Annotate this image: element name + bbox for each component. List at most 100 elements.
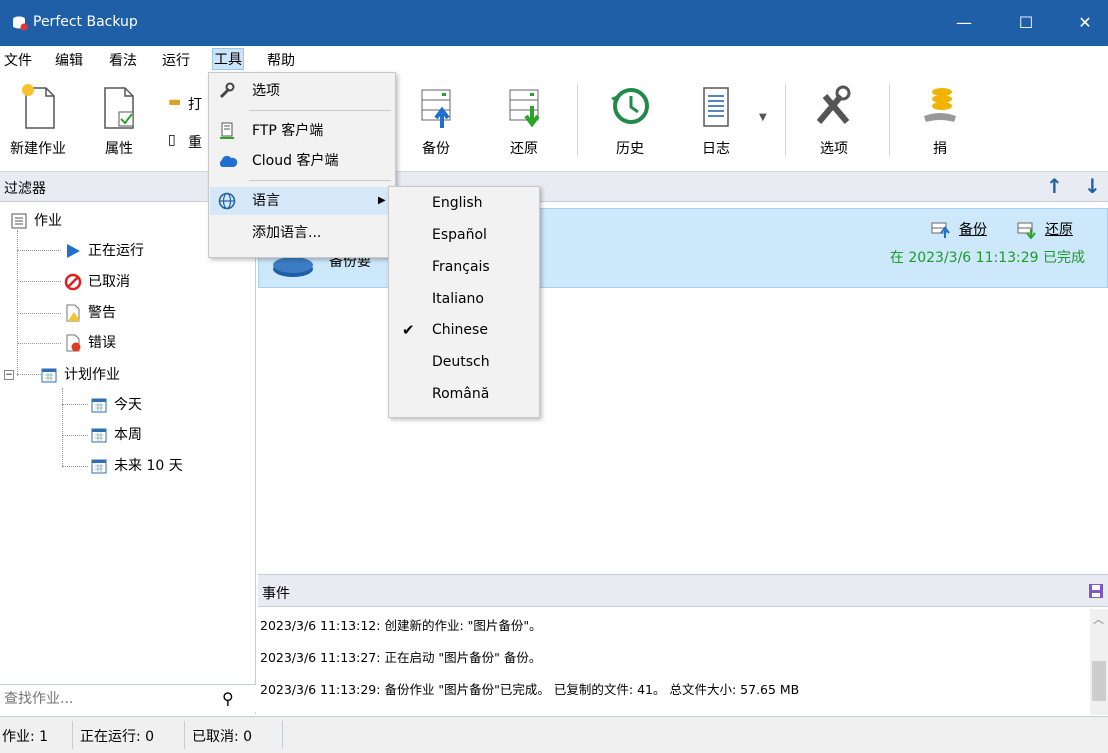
ftp-icon	[220, 122, 234, 139]
menu-help[interactable]: 帮助	[266, 50, 296, 72]
log-label: 日志	[702, 141, 730, 157]
language-label: Italiano	[432, 291, 484, 307]
backup-icon	[421, 89, 451, 128]
collapse-icon[interactable]: −	[4, 370, 14, 380]
menu-edit[interactable]: 编辑	[54, 50, 84, 72]
tree-line	[17, 230, 18, 376]
properties-button[interactable]: 属性	[92, 78, 146, 164]
tree-line	[17, 313, 61, 314]
status-jobs: 作业: 1	[2, 729, 49, 745]
language-item[interactable]: Deutsch	[390, 346, 538, 378]
tree-item-label: 作业	[34, 213, 62, 229]
error-icon	[66, 334, 81, 352]
tree-item-label: 已取消	[88, 274, 130, 290]
language-item[interactable]: Italiano	[390, 283, 538, 315]
menu-bar: 文件 编辑 看法 运行 工具 帮助	[0, 46, 1108, 74]
job-status: 在 2023/3/6 11:13:29 已完成	[889, 250, 1085, 266]
tools-menu-cloud-client[interactable]: Cloud 客户端	[210, 147, 394, 175]
new-job-button[interactable]: 新建作业	[0, 78, 76, 164]
history-button[interactable]: 历史	[600, 78, 660, 164]
tree-item-cancelled[interactable]: 已取消	[64, 269, 130, 295]
search-input[interactable]	[4, 688, 214, 710]
status-separator	[282, 721, 283, 749]
rename-button[interactable]: ▯ 重	[166, 126, 210, 160]
filter-tree: 作业 正在运行 已取消 警告 错误 − 计划作业 今天 本周 未来 10 天	[0, 202, 256, 714]
toolbar-separator	[577, 84, 578, 156]
tools-menu-language[interactable]: 语言 ▶	[210, 187, 394, 215]
log-dropdown-icon[interactable]: ▼	[759, 112, 767, 123]
window-title: Perfect Backup	[33, 14, 138, 30]
scroll-thumb[interactable]	[1092, 661, 1106, 701]
tree-item-running[interactable]: 正在运行	[64, 238, 144, 264]
toolbar-separator	[889, 84, 890, 156]
events-header: 事件	[258, 575, 1108, 607]
tree-item-this-week[interactable]: 本周	[90, 422, 142, 448]
search-icon[interactable]: ⚲	[222, 689, 234, 708]
tree-item-label: 今天	[114, 397, 142, 413]
status-running: 正在运行: 0	[80, 729, 155, 745]
restore-icon	[509, 89, 540, 128]
move-down-icon[interactable]: ↓	[1084, 174, 1101, 198]
tree-item-next-10-days[interactable]: 未来 10 天	[90, 453, 183, 479]
menu-run[interactable]: 运行	[161, 50, 191, 72]
backup-button[interactable]: 备份	[406, 78, 466, 164]
save-icon[interactable]	[1088, 583, 1104, 599]
history-icon	[611, 88, 649, 124]
open-button[interactable]: ▬ 打	[166, 78, 210, 118]
toolbar: 新建作业 属性 ▬ 打 ▯ 重 备份 还原 历史 日志 ▼ 选项 捐	[0, 74, 1108, 172]
log-button[interactable]: 日志	[688, 78, 744, 164]
tree-item-today[interactable]: 今天	[90, 392, 142, 418]
donate-button[interactable]: 捐	[910, 78, 970, 164]
calendar-icon	[91, 398, 107, 413]
properties-label: 属性	[105, 141, 133, 157]
language-item[interactable]: English	[390, 187, 538, 219]
language-item[interactable]: Español	[390, 219, 538, 251]
calendar-icon	[91, 459, 107, 474]
tools-menu-add-language-label: 添加语言...	[252, 225, 322, 241]
language-label: Français	[432, 259, 490, 275]
tools-menu-ftp-label: FTP 客户端	[252, 123, 324, 139]
restore-button[interactable]: 还原	[494, 78, 554, 164]
filter-title: 过滤器	[4, 181, 46, 197]
properties-icon	[104, 87, 134, 129]
language-label: Română	[432, 386, 490, 402]
menu-view[interactable]: 看法	[108, 50, 138, 72]
status-cancelled: 已取消: 0	[192, 729, 253, 745]
tools-menu-language-label: 语言	[252, 193, 280, 209]
list-icon	[11, 213, 27, 229]
search-box: ⚲	[0, 684, 256, 712]
tree-item-label: 正在运行	[88, 243, 144, 259]
events-scrollbar[interactable]: ︿	[1090, 609, 1108, 715]
menu-file[interactable]: 文件	[3, 50, 33, 72]
tools-menu: 选项 FTP 客户端 Cloud 客户端 语言 ▶ 添加语言...	[208, 72, 396, 258]
tree-item-warning[interactable]: 警告	[64, 300, 116, 326]
tree-item-scheduled[interactable]: − 计划作业	[4, 362, 120, 388]
rename-label: 重	[188, 135, 202, 151]
maximize-button[interactable]: ☐	[1003, 0, 1049, 46]
language-item[interactable]: Français	[390, 251, 538, 283]
cancel-icon	[64, 273, 82, 291]
language-item-selected[interactable]: ✔ Chinese	[390, 314, 538, 346]
menu-tools[interactable]: 工具	[212, 48, 244, 70]
close-button[interactable]: ✕	[1062, 0, 1108, 46]
scroll-up-icon[interactable]: ︿	[1093, 611, 1104, 627]
tree-item-jobs[interactable]: 作业	[10, 208, 62, 234]
title-bar: Perfect Backup — ☐ ✕	[0, 0, 1108, 46]
event-line: 2023/3/6 11:13:27: 正在启动 "图片备份" 备份。	[260, 650, 542, 665]
options-button[interactable]: 选项	[804, 78, 864, 164]
submenu-arrow-icon: ▶	[378, 195, 386, 206]
restore-small-icon	[1017, 222, 1036, 239]
tools-menu-add-language[interactable]: 添加语言...	[210, 219, 394, 247]
job-restore-link[interactable]: 还原	[1045, 219, 1073, 239]
checkmark-icon: ✔	[402, 321, 415, 339]
job-backup-link[interactable]: 备份	[959, 219, 987, 239]
minimize-button[interactable]: —	[941, 0, 987, 46]
move-up-icon[interactable]: ↑	[1046, 174, 1063, 198]
event-line: 2023/3/6 11:13:12: 创建新的作业: "图片备份"。	[260, 618, 542, 633]
tools-menu-options[interactable]: 选项	[210, 77, 394, 105]
warning-icon	[66, 304, 80, 322]
document-icon: ▯	[168, 132, 176, 148]
tree-item-error[interactable]: 错误	[64, 330, 116, 356]
tools-menu-ftp-client[interactable]: FTP 客户端	[210, 117, 394, 145]
language-item[interactable]: Română	[390, 378, 538, 410]
